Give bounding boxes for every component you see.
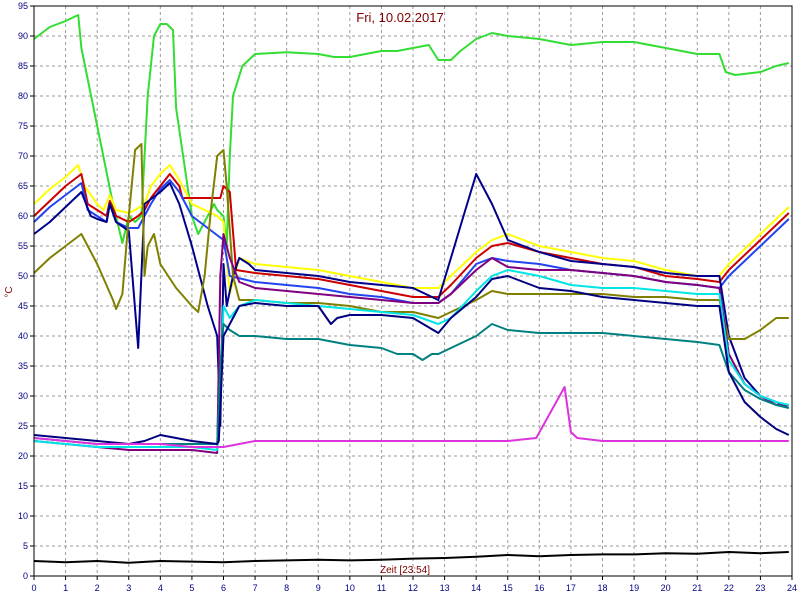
x-tick-label: 16 <box>534 583 544 593</box>
y-tick-label: 25 <box>18 421 28 431</box>
x-tick-label: 11 <box>377 583 386 593</box>
y-tick-label: 80 <box>18 91 28 101</box>
y-tick-label: 15 <box>18 481 28 491</box>
x-tick-label: 21 <box>692 583 702 593</box>
x-tick-label: 24 <box>787 583 797 593</box>
x-tick-label: 0 <box>31 583 36 593</box>
y-tick-label: 35 <box>18 361 28 371</box>
y-tick-label: 50 <box>18 271 28 281</box>
x-tick-label: 9 <box>316 583 321 593</box>
y-tick-label: 40 <box>18 331 28 341</box>
y-tick-label: 75 <box>18 121 28 131</box>
x-tick-label: 17 <box>566 583 576 593</box>
x-tick-label: 14 <box>471 583 481 593</box>
x-tick-label: 18 <box>597 583 607 593</box>
x-tick-label: 1 <box>63 583 68 593</box>
x-tick-label: 22 <box>724 583 734 593</box>
y-tick-label: 5 <box>23 541 28 551</box>
y-tick-label: 60 <box>18 211 28 221</box>
y-tick-label: 55 <box>18 241 28 251</box>
x-tick-label: 12 <box>408 583 418 593</box>
chart-title: Fri, 10.02.2017 <box>356 10 443 25</box>
x-tick-label: 3 <box>126 583 131 593</box>
x-tick-label: 8 <box>284 583 289 593</box>
x-tick-label: 19 <box>629 583 639 593</box>
x-tick-label: 6 <box>221 583 226 593</box>
x-tick-label: 20 <box>661 583 671 593</box>
y-tick-label: 70 <box>18 151 28 161</box>
x-tick-label: 15 <box>503 583 513 593</box>
y-tick-label: 10 <box>18 511 28 521</box>
y-tick-label: 0 <box>23 571 28 581</box>
y-tick-label: 30 <box>18 391 28 401</box>
x-tick-label: 2 <box>95 583 100 593</box>
x-tick-label: 7 <box>253 583 258 593</box>
x-tick-label: 10 <box>345 583 355 593</box>
x-tick-label: 13 <box>440 583 450 593</box>
x-tick-label: 4 <box>158 583 163 593</box>
time-annotation: Zeit [23:54] <box>380 565 430 576</box>
x-tick-label: 5 <box>189 583 194 593</box>
y-tick-label: 20 <box>18 451 28 461</box>
y-tick-label: 85 <box>18 61 28 71</box>
temperature-chart: 0 1 2 3 4 5 6 7 8 9 10 11 12 13 14 15 16 17 18 19 20 21 22 23 24… <box>0 0 800 600</box>
y-tick-label: 45 <box>18 301 28 311</box>
y-tick-label: 95 <box>18 1 28 11</box>
y-axis-label: °C <box>4 286 15 297</box>
y-tick-label: 65 <box>18 181 28 191</box>
x-tick-label: 23 <box>755 583 765 593</box>
y-tick-label: 90 <box>18 31 28 41</box>
